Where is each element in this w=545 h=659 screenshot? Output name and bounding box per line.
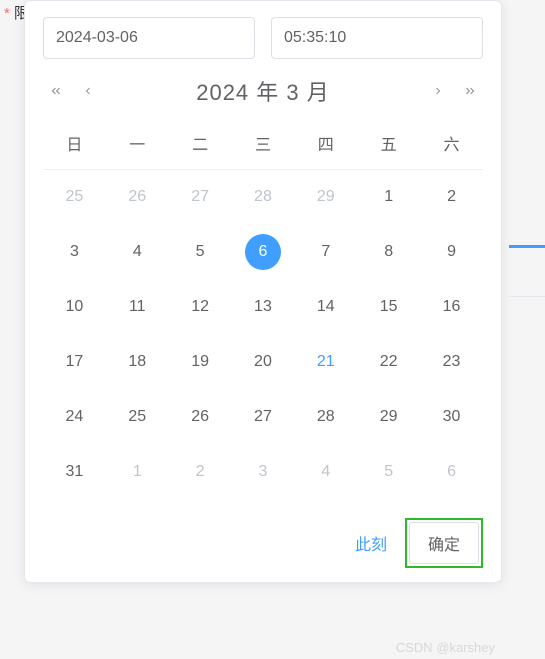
day-cell[interactable]: 4: [294, 445, 357, 500]
prev-month-icon[interactable]: [79, 82, 97, 100]
year-label[interactable]: 2024 年: [196, 80, 279, 105]
day-cell[interactable]: 13: [232, 280, 295, 335]
day-cell[interactable]: 3: [43, 225, 106, 280]
day-cell[interactable]: 6: [232, 225, 295, 280]
day-cell[interactable]: 3: [232, 445, 295, 500]
day-cell[interactable]: 17: [43, 335, 106, 390]
footer: 此刻 确定: [43, 510, 483, 568]
weekday-header: 三: [232, 121, 295, 170]
day-cell[interactable]: 4: [106, 225, 169, 280]
date-input[interactable]: 2024-03-06: [43, 17, 255, 59]
month-label[interactable]: 3 月: [286, 80, 329, 105]
day-cell[interactable]: 26: [106, 170, 169, 225]
weekday-header: 日: [43, 121, 106, 170]
day-cell[interactable]: 31: [43, 445, 106, 500]
day-cell[interactable]: 25: [43, 170, 106, 225]
now-button[interactable]: 此刻: [339, 523, 403, 563]
day-cell[interactable]: 12: [169, 280, 232, 335]
day-cell[interactable]: 6: [420, 445, 483, 500]
weekday-header: 五: [357, 121, 420, 170]
day-cell[interactable]: 18: [106, 335, 169, 390]
day-cell[interactable]: 11: [106, 280, 169, 335]
weekday-header: 一: [106, 121, 169, 170]
tab-underline: [509, 245, 545, 248]
day-cell[interactable]: 30: [420, 390, 483, 445]
day-cell[interactable]: 9: [420, 225, 483, 280]
day-cell[interactable]: 14: [294, 280, 357, 335]
day-cell[interactable]: 10: [43, 280, 106, 335]
day-cell[interactable]: 5: [357, 445, 420, 500]
required-asterisk: *: [4, 5, 10, 22]
day-cell[interactable]: 2: [169, 445, 232, 500]
day-cell[interactable]: 20: [232, 335, 295, 390]
day-cell[interactable]: 5: [169, 225, 232, 280]
confirm-button[interactable]: 确定: [409, 522, 479, 564]
day-cell[interactable]: 25: [106, 390, 169, 445]
day-cell[interactable]: 27: [169, 170, 232, 225]
day-cell[interactable]: 22: [357, 335, 420, 390]
next-year-icon[interactable]: [461, 82, 479, 100]
day-cell[interactable]: 24: [43, 390, 106, 445]
calendar-header: 2024 年 3 月: [43, 75, 483, 107]
day-cell[interactable]: 21: [294, 335, 357, 390]
day-cell[interactable]: 29: [357, 390, 420, 445]
day-cell[interactable]: 28: [294, 390, 357, 445]
datetime-picker-panel: 2024-03-06 05:35:10 2024 年 3 月 日一二三四五六 2…: [24, 0, 502, 583]
weekday-header: 四: [294, 121, 357, 170]
watermark: CSDN @karshey: [396, 640, 495, 655]
day-cell[interactable]: 1: [357, 170, 420, 225]
day-cell[interactable]: 15: [357, 280, 420, 335]
day-cell[interactable]: 2: [420, 170, 483, 225]
day-cell[interactable]: 8: [357, 225, 420, 280]
day-cell[interactable]: 1: [106, 445, 169, 500]
input-row: 2024-03-06 05:35:10: [43, 17, 483, 59]
day-cell[interactable]: 29: [294, 170, 357, 225]
next-month-icon[interactable]: [429, 82, 447, 100]
calendar-table: 日一二三四五六 25262728291234567891011121314151…: [43, 121, 483, 500]
prev-year-icon[interactable]: [47, 82, 65, 100]
day-cell[interactable]: 7: [294, 225, 357, 280]
day-cell[interactable]: 26: [169, 390, 232, 445]
confirm-highlight: 确定: [405, 518, 483, 568]
day-cell[interactable]: 28: [232, 170, 295, 225]
time-input[interactable]: 05:35:10: [271, 17, 483, 59]
day-cell[interactable]: 19: [169, 335, 232, 390]
weekday-header: 六: [420, 121, 483, 170]
day-cell[interactable]: 16: [420, 280, 483, 335]
divider: [509, 296, 545, 297]
day-cell[interactable]: 27: [232, 390, 295, 445]
day-cell[interactable]: 23: [420, 335, 483, 390]
weekday-header: 二: [169, 121, 232, 170]
calendar-title: 2024 年 3 月: [196, 75, 330, 107]
